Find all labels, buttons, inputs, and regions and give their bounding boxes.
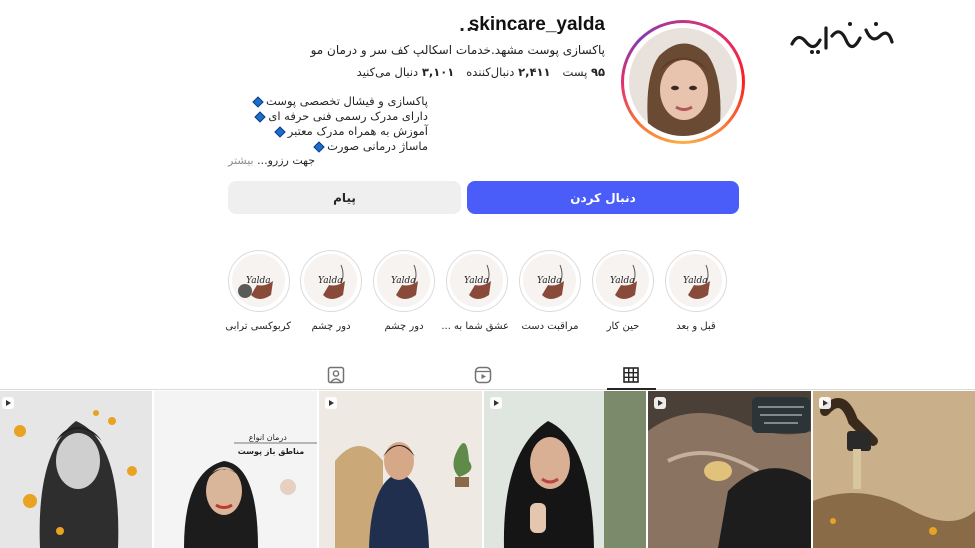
profile-username: skincare_yalda [468,14,605,35]
highlight-cover[interactable]: Yalda [592,250,654,312]
stat-posts[interactable]: ۹۵ پست [563,65,605,79]
post-grid: درمان انواع مناطق باز پوست [0,391,975,548]
highlight-cover[interactable]: Yalda [300,250,362,312]
highlight-cover[interactable]: Yalda [665,250,727,312]
highlight-cover[interactable]: Yalda [519,250,581,312]
bio-line: دارای مدرک رسمی فنی حرفه ای [228,109,428,124]
post-thumbnail[interactable] [647,391,812,548]
profile-avatar[interactable] [629,28,737,136]
tab-posts[interactable] [620,364,642,386]
active-tab-indicator [607,388,656,390]
profile-avatar-ring[interactable] [621,20,745,144]
bio-line: پاکسازی و فیشال تخصصی پوست [228,94,428,109]
profile-bio: پاکسازی و فیشال تخصصی پوست دارای مدرک رس… [228,94,428,168]
message-button[interactable]: پیام [228,181,461,214]
reel-badge-icon [819,397,832,409]
reel-badge-icon [325,397,338,409]
stat-followers[interactable]: ۲,۴۱۱ دنبال‌کننده [466,65,550,79]
stat-following[interactable]: ۳,۱۰۱ دنبال می‌کنید [357,65,455,79]
post-overlay-title: درمان انواع [248,433,287,442]
highlight-label: قبل و بعد [676,321,716,332]
svg-text:Yalda: Yalda [610,276,635,286]
highlight-label: دور چشم [311,321,351,332]
tagged-icon [327,366,345,384]
highlight-item[interactable]: Yalda قبل و بعد [664,250,728,332]
post-thumbnail[interactable] [813,391,975,548]
highlight-label: مراقبت دست [521,321,579,332]
tabs-divider [0,389,975,390]
tab-tagged[interactable] [325,364,347,386]
grid-icon [623,367,639,383]
svg-text:Yalda: Yalda [391,276,416,286]
blue-diamond-icon [274,125,286,138]
svg-text:Yalda: Yalda [246,276,271,286]
highlight-label: دور چشم [384,321,424,332]
blue-diamond-icon [252,95,264,108]
highlight-item[interactable]: Yalda مراقبت دست [518,250,582,332]
reels-icon [474,366,492,384]
svg-text:Yalda: Yalda [683,276,708,286]
post-thumbnail[interactable] [319,391,482,548]
post-thumbnail[interactable] [484,391,646,548]
tab-reels[interactable] [472,364,494,386]
highlight-item[interactable]: Yalda کربوکسی ترابی [225,250,291,332]
highlight-label: کربوکسی ترابی [225,321,291,332]
highlight-item[interactable]: Yalda دور چشم [372,250,436,332]
highlight-label: عشق شما به ... [441,321,509,332]
highlight-item[interactable]: Yalda عشق شما به ... [441,250,509,332]
highlight-cover[interactable]: Yalda [373,250,435,312]
post-thumbnail[interactable]: درمان انواع مناطق باز پوست [153,391,318,548]
post-overlay-subtitle: مناطق باز پوست [237,447,305,456]
highlight-label: حین کار [606,321,640,332]
post-thumbnail[interactable] [0,391,152,548]
profile-stats: ۹۵ پست ۲,۴۱۱ دنبال‌کننده ۳,۱۰۱ دنبال می‌… [357,65,605,79]
highlight-item[interactable]: Yalda حین کار [591,250,655,332]
watermark-logo [788,14,898,60]
highlight-cover[interactable]: Yalda [446,250,508,312]
reel-badge-icon [2,397,14,409]
highlight-cover[interactable]: Yalda [228,250,290,312]
blue-diamond-icon [254,110,266,123]
bio-line: آموزش به همراه مدرک معتبر [228,124,428,139]
profile-category: پاکسازی پوست مشهد.خدمات اسکالپ کف سر و د… [310,43,605,57]
bio-line: ماساژ درمانی صورت [228,139,428,154]
svg-text:Yalda: Yalda [537,276,562,286]
svg-text:Yalda: Yalda [318,276,343,286]
reel-badge-icon [653,397,666,409]
reel-badge-icon [490,397,502,409]
bio-more[interactable]: جهت رزرو... بیشتر [228,154,428,168]
highlight-item[interactable]: Yalda دور چشم [299,250,363,332]
follow-button[interactable]: دنبال کردن [467,181,739,214]
blue-diamond-icon [313,140,325,153]
svg-text:Yalda: Yalda [464,276,489,286]
